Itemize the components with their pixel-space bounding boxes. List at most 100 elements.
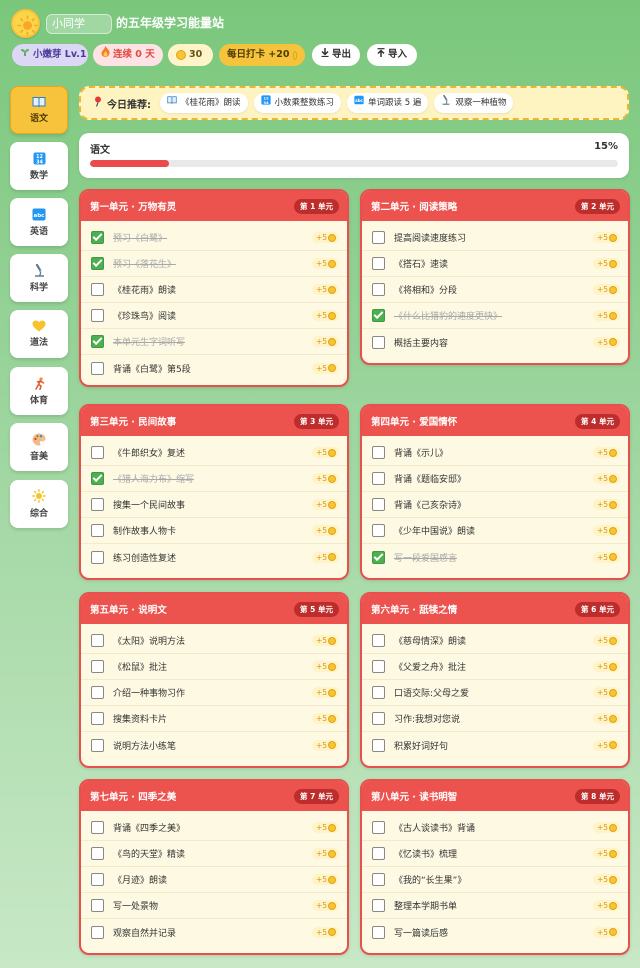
task-row[interactable]: 说明方法小练笔 +5 bbox=[81, 732, 347, 758]
task-checkbox[interactable] bbox=[372, 712, 385, 725]
subject-tab-3[interactable]: 科学 bbox=[10, 254, 68, 302]
task-row[interactable]: 本单元生字词听写 +5 bbox=[81, 329, 347, 355]
task-checkbox[interactable] bbox=[372, 821, 385, 834]
task-row[interactable]: 《忆读书》梳理 +5 bbox=[362, 841, 628, 867]
task-checkbox[interactable] bbox=[91, 524, 104, 537]
task-checkbox[interactable] bbox=[91, 686, 104, 699]
task-row[interactable]: 习作:我想对您说 +5 bbox=[362, 706, 628, 732]
task-row[interactable]: 《鸟的天堂》精读 +5 bbox=[81, 841, 347, 867]
task-row[interactable]: 《牛郎织女》复述 +5 bbox=[81, 440, 347, 466]
task-checkbox[interactable] bbox=[372, 231, 385, 244]
import-button[interactable]: 导入 bbox=[367, 44, 417, 66]
task-checkbox[interactable] bbox=[91, 821, 104, 834]
task-checkbox[interactable] bbox=[372, 899, 385, 912]
task-checkbox[interactable] bbox=[372, 498, 385, 511]
daily-checkin-button[interactable]: 每日打卡 +20 bbox=[219, 44, 305, 66]
task-row[interactable]: 《少年中国说》朗读 +5 bbox=[362, 518, 628, 544]
task-row[interactable]: 背诵《己亥杂诗》 +5 bbox=[362, 492, 628, 518]
task-row[interactable]: 《慈母情深》朗读 +5 bbox=[362, 628, 628, 654]
recommend-chip[interactable]: 《桂花雨》朗读 bbox=[160, 93, 248, 113]
task-row[interactable]: 搜集一个民间故事 +5 bbox=[81, 492, 347, 518]
recommend-chip[interactable]: abc 单词跟读 5 遍 bbox=[347, 93, 429, 113]
subject-tab-7[interactable]: 综合 bbox=[10, 480, 68, 528]
task-checkbox[interactable] bbox=[91, 712, 104, 725]
task-checkbox[interactable] bbox=[372, 446, 385, 459]
task-row[interactable]: 《桂花雨》朗读 +5 bbox=[81, 277, 347, 303]
task-row[interactable]: 《珍珠鸟》阅读 +5 bbox=[81, 303, 347, 329]
task-checkbox[interactable] bbox=[91, 899, 104, 912]
task-row[interactable]: 搜集资料卡片 +5 bbox=[81, 706, 347, 732]
student-name-input[interactable]: 小同学 bbox=[46, 14, 112, 34]
task-row[interactable]: 背诵《白鹭》第5段 +5 bbox=[81, 355, 347, 381]
task-row[interactable]: 背诵《四季之美》 +5 bbox=[81, 815, 347, 841]
export-button[interactable]: 导出 bbox=[312, 44, 360, 66]
task-checkbox[interactable] bbox=[372, 686, 385, 699]
task-row[interactable]: 提高阅读速度练习 +5 bbox=[362, 225, 628, 251]
task-checkbox[interactable] bbox=[372, 257, 385, 270]
task-checkbox[interactable] bbox=[372, 283, 385, 296]
task-row[interactable]: 《什么比猎豹的速度更快》 +5 bbox=[362, 303, 628, 329]
task-checkbox[interactable] bbox=[91, 472, 104, 485]
task-checkbox[interactable] bbox=[91, 361, 104, 375]
task-row[interactable]: 《父爱之舟》批注 +5 bbox=[362, 654, 628, 680]
task-checkbox[interactable] bbox=[91, 847, 104, 860]
task-row[interactable]: 概括主要内容 +5 bbox=[362, 329, 628, 355]
task-checkbox[interactable] bbox=[91, 634, 104, 647]
task-checkbox[interactable] bbox=[91, 660, 104, 673]
task-row[interactable]: 口语交际:父母之爱 +5 bbox=[362, 680, 628, 706]
task-row[interactable]: 《我的“长生果”》 +5 bbox=[362, 867, 628, 893]
task-row[interactable]: 《将相和》分段 +5 bbox=[362, 277, 628, 303]
subject-tab-label: 数学 bbox=[29, 170, 48, 181]
task-row[interactable]: 《猎人海力布》缩写 +5 bbox=[81, 466, 347, 492]
task-checkbox[interactable] bbox=[91, 873, 104, 886]
task-row[interactable]: 制作故事人物卡 +5 bbox=[81, 518, 347, 544]
task-checkbox[interactable] bbox=[372, 335, 385, 349]
task-checkbox[interactable] bbox=[91, 925, 104, 939]
unit-badge: 第 6 单元 bbox=[575, 601, 620, 617]
task-checkbox[interactable] bbox=[372, 738, 385, 752]
task-row[interactable]: 《搭石》速读 +5 bbox=[362, 251, 628, 277]
task-checkbox[interactable] bbox=[372, 550, 385, 564]
task-row[interactable]: 练习创造性复述 +5 bbox=[81, 544, 347, 570]
task-checkbox[interactable] bbox=[372, 472, 385, 485]
task-row[interactable]: 写一处景物 +5 bbox=[81, 893, 347, 919]
task-checkbox[interactable] bbox=[372, 634, 385, 647]
task-row[interactable]: 积累好词好句 +5 bbox=[362, 732, 628, 758]
subject-tab-0[interactable]: 语文 bbox=[10, 86, 68, 134]
task-row[interactable]: 《松鼠》批注 +5 bbox=[81, 654, 347, 680]
task-checkbox[interactable] bbox=[372, 847, 385, 860]
task-row[interactable]: 观察自然并记录 +5 bbox=[81, 919, 347, 945]
task-checkbox[interactable] bbox=[372, 873, 385, 886]
task-checkbox[interactable] bbox=[91, 283, 104, 296]
recommend-chip[interactable]: 12 34 小数乘整数练习 bbox=[253, 93, 342, 113]
task-checkbox[interactable] bbox=[372, 660, 385, 673]
task-checkbox[interactable] bbox=[372, 309, 385, 322]
recommend-chip[interactable]: 观察一种植物 bbox=[434, 93, 514, 113]
task-row[interactable]: 《古人谈读书》背诵 +5 bbox=[362, 815, 628, 841]
task-row[interactable]: 整理本学期书单 +5 bbox=[362, 893, 628, 919]
subject-tab-6[interactable]: 音美 bbox=[10, 423, 68, 471]
task-checkbox[interactable] bbox=[91, 335, 104, 348]
subject-tab-4[interactable]: 道法 bbox=[10, 310, 68, 358]
task-row[interactable]: 《太阳》说明方法 +5 bbox=[81, 628, 347, 654]
task-row[interactable]: 预习《白鹭》 +5 bbox=[81, 225, 347, 251]
subject-tab-1[interactable]: 12 34 数学 bbox=[10, 142, 68, 190]
task-checkbox[interactable] bbox=[372, 524, 385, 537]
task-checkbox[interactable] bbox=[91, 309, 104, 322]
task-checkbox[interactable] bbox=[372, 925, 385, 939]
subject-tab-2[interactable]: abc 英语 bbox=[10, 198, 68, 246]
task-row[interactable]: 写一篇读后感 +5 bbox=[362, 919, 628, 945]
task-checkbox[interactable] bbox=[91, 550, 104, 564]
task-row[interactable]: 写一段爱国感言 +5 bbox=[362, 544, 628, 570]
task-checkbox[interactable] bbox=[91, 257, 104, 270]
subject-tab-5[interactable]: 体育 bbox=[10, 367, 68, 415]
task-row[interactable]: 《月迹》朗读 +5 bbox=[81, 867, 347, 893]
task-checkbox[interactable] bbox=[91, 738, 104, 752]
task-row[interactable]: 背诵《示儿》 +5 bbox=[362, 440, 628, 466]
task-checkbox[interactable] bbox=[91, 498, 104, 511]
task-row[interactable]: 介绍一种事物习作 +5 bbox=[81, 680, 347, 706]
task-row[interactable]: 背诵《题临安邸》 +5 bbox=[362, 466, 628, 492]
task-row[interactable]: 预习《落花生》 +5 bbox=[81, 251, 347, 277]
task-checkbox[interactable] bbox=[91, 446, 104, 459]
task-checkbox[interactable] bbox=[91, 231, 104, 244]
